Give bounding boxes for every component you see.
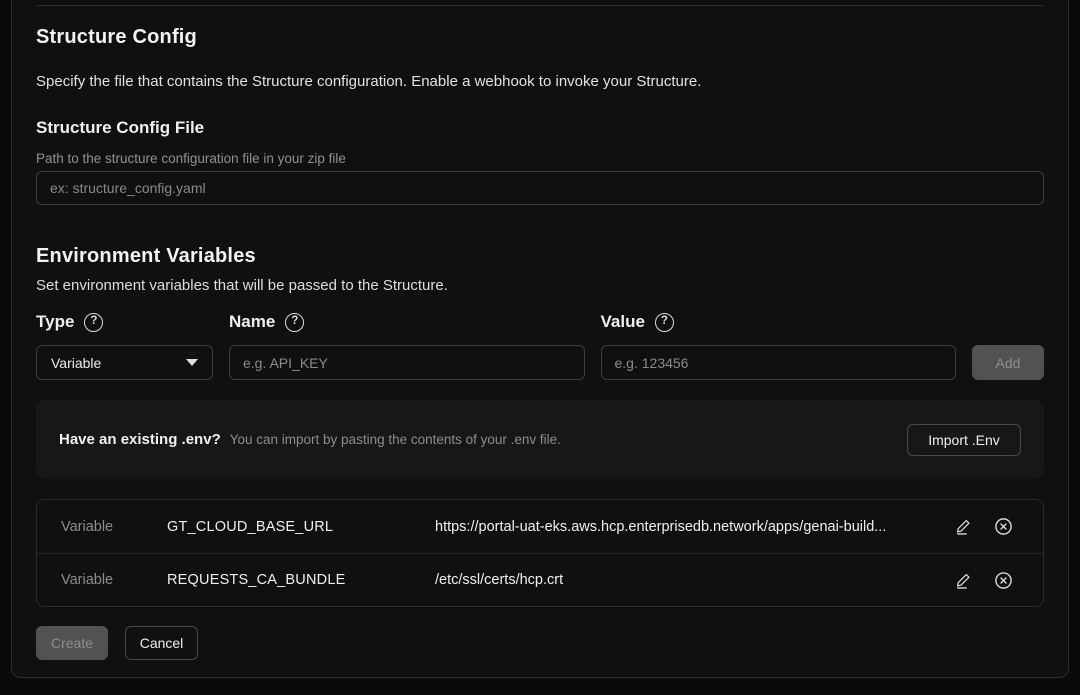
row-type: Variable xyxy=(61,519,167,535)
page-title: Structure Config xyxy=(36,23,1044,51)
import-banner-title: Have an existing .env? xyxy=(59,431,221,448)
row-name: GT_CLOUD_BASE_URL xyxy=(167,519,435,535)
type-label-cell: Type ? xyxy=(36,312,213,332)
env-vars-title: Environment Variables xyxy=(36,242,1044,270)
x-circle-icon xyxy=(994,517,1013,536)
import-env-button[interactable]: Import .Env xyxy=(907,424,1021,456)
row-value: https://portal-uat-eks.aws.hcp.enterpris… xyxy=(435,519,943,535)
type-select[interactable]: Variable xyxy=(36,345,213,380)
remove-row-button[interactable] xyxy=(983,507,1023,547)
env-vars-table: Variable GT_CLOUD_BASE_URL https://porta… xyxy=(36,499,1044,607)
config-file-input[interactable] xyxy=(36,171,1044,205)
import-env-banner: Have an existing .env? You can import by… xyxy=(36,400,1044,479)
cancel-button[interactable]: Cancel xyxy=(125,626,198,660)
page-description: Specify the file that contains the Struc… xyxy=(36,71,1044,92)
env-field-labels-row: Type ? Name ? Value ? xyxy=(36,312,1044,332)
type-select-value: Variable xyxy=(51,355,101,371)
row-value: /etc/ssl/certs/hcp.crt xyxy=(435,572,943,588)
page: Structure Config Specify the file that c… xyxy=(0,0,1080,695)
type-help-icon[interactable]: ? xyxy=(84,313,103,332)
chevron-down-icon xyxy=(186,359,198,366)
name-input[interactable] xyxy=(229,345,585,380)
config-file-hint: Path to the structure configuration file… xyxy=(36,150,1044,168)
add-button[interactable]: Add xyxy=(972,345,1044,380)
name-label-cell: Name ? xyxy=(229,312,585,332)
table-row: Variable GT_CLOUD_BASE_URL https://porta… xyxy=(37,500,1043,553)
value-input[interactable] xyxy=(601,345,957,380)
value-label-cell: Value ? xyxy=(601,312,957,332)
env-controls-row: Variable Add xyxy=(36,345,1044,380)
name-help-icon[interactable]: ? xyxy=(285,313,304,332)
row-name: REQUESTS_CA_BUNDLE xyxy=(167,572,435,588)
value-label: Value xyxy=(601,312,645,332)
edit-row-button[interactable] xyxy=(943,560,983,600)
name-label: Name xyxy=(229,312,275,332)
config-file-label: Structure Config File xyxy=(36,116,1044,140)
type-label: Type xyxy=(36,312,74,332)
table-row: Variable REQUESTS_CA_BUNDLE /etc/ssl/cer… xyxy=(37,553,1043,606)
import-banner-description: You can import by pasting the contents o… xyxy=(230,432,561,447)
structure-config-panel: Structure Config Specify the file that c… xyxy=(11,0,1069,678)
env-vars-description: Set environment variables that will be p… xyxy=(36,275,1044,296)
row-type: Variable xyxy=(61,572,167,588)
create-button[interactable]: Create xyxy=(36,626,108,660)
value-help-icon[interactable]: ? xyxy=(655,313,674,332)
x-circle-icon xyxy=(994,571,1013,590)
top-divider xyxy=(36,5,1044,6)
pencil-icon xyxy=(955,518,972,535)
edit-row-button[interactable] xyxy=(943,507,983,547)
footer-actions: Create Cancel xyxy=(36,626,1044,660)
pencil-icon xyxy=(955,572,972,589)
remove-row-button[interactable] xyxy=(983,560,1023,600)
